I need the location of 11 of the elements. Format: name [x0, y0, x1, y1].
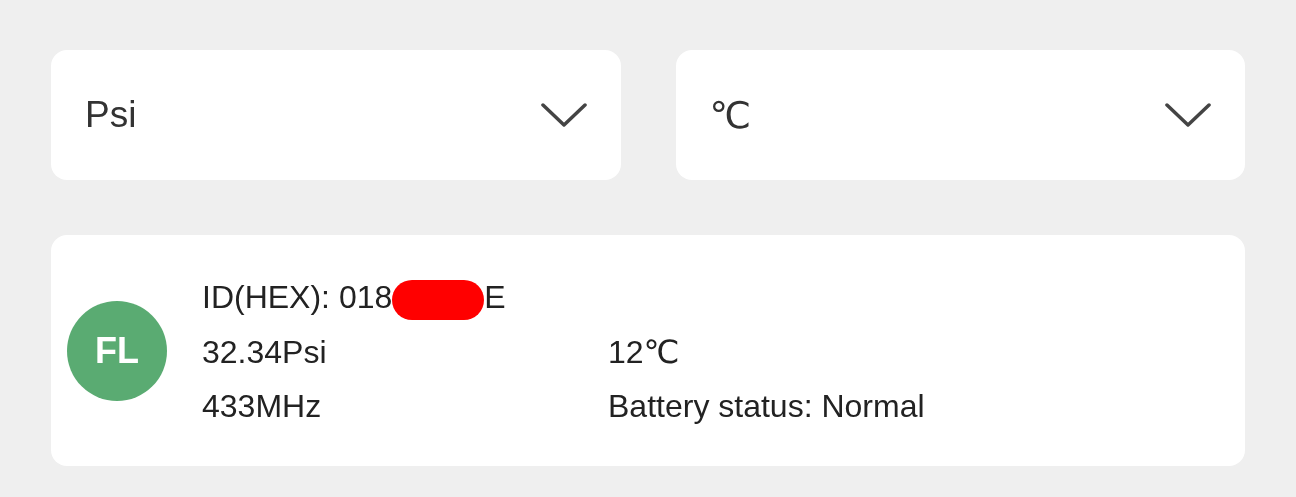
sensor-id-end: E: [484, 277, 506, 317]
chevron-down-icon: [540, 103, 587, 127]
temperature-reading: 12℃: [608, 332, 681, 372]
frequency-label: 433MHz: [202, 386, 323, 426]
unit-dropdown[interactable]: Psi: [51, 50, 621, 180]
sensor-id: ID(HEX): 018: [202, 277, 393, 317]
battery-status: Battery status: Normal: [608, 386, 925, 426]
pressure-reading: 32.34Psi: [202, 332, 328, 372]
unit-dropdown[interactable]: ℃: [675, 50, 1245, 180]
position-badge: FL: [67, 300, 167, 401]
chevron-down-icon: [1165, 103, 1211, 127]
